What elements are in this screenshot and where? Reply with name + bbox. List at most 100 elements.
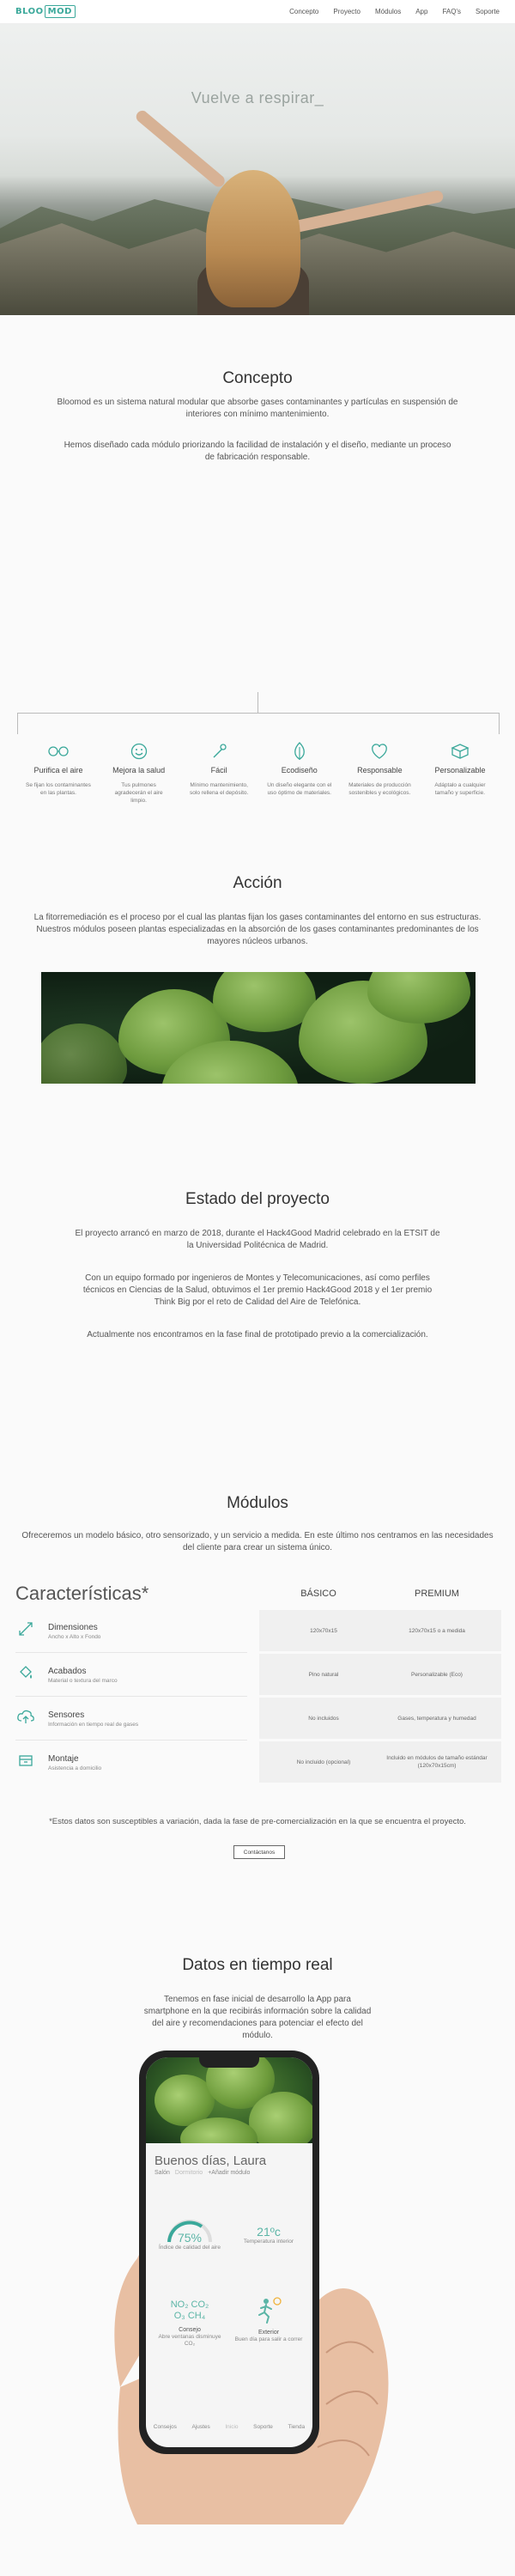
heart-icon <box>342 740 417 762</box>
air-quality-card: 75% Índice de calidad del aire <box>153 2216 227 2251</box>
air-label: Índice de calidad del aire <box>159 2245 221 2251</box>
outdoor-text: Buen día para salir a correr <box>234 2336 303 2342</box>
row-subtitle: Asistencia a domicilio <box>48 1765 102 1771</box>
app-rooms: Salón Dormitorio +Añadir módulo <box>146 2170 312 2176</box>
row-divider <box>15 1696 247 1697</box>
table-row: Acabados Material o textura del marco Pi… <box>15 1654 501 1696</box>
modulos-title: Módulos <box>227 1494 288 1512</box>
cell-basico: No incluido (opcional) <box>259 1741 388 1783</box>
estado-title: Estado del proyecto <box>185 1190 330 1208</box>
cell-premium: Gases, temperatura y humedad <box>373 1698 501 1740</box>
table-row: Dimensiones Ancho x Alto x Fondo 120x70x… <box>15 1610 501 1652</box>
logo-part-a: BLOO <box>15 7 44 16</box>
nav-link-modulos[interactable]: Módulos <box>375 8 401 15</box>
feature-desc: Materiales de producción sostenibles y e… <box>348 782 411 796</box>
logo-part-b: MOD <box>44 5 76 18</box>
tab-consejos[interactable]: Consejos <box>154 2424 177 2430</box>
feature-title: Fácil <box>210 766 227 775</box>
app-screen: Buenos días, Laura Salón Dormitorio +Aña… <box>146 2057 312 2447</box>
top-navbar: BLOO MOD Concepto Proyecto Módulos App F… <box>0 0 515 24</box>
row-title: Acabados <box>48 1666 87 1676</box>
feature-title: Personalizable <box>434 766 486 775</box>
row-subtitle: Material o textura del marco <box>48 1677 118 1684</box>
concepto-text-2: Hemos diseñado cada módulo priorizando l… <box>64 440 451 462</box>
app-greeting: Buenos días, Laura <box>154 2154 267 2168</box>
feature-desc: Adáptalo a cualquier tamaño y superficie… <box>434 782 486 796</box>
row-name: Acabados Material o textura del marco <box>48 1667 254 1684</box>
advice-text: Abre ventanas disminuye CO₂ <box>158 2334 221 2347</box>
room-salon[interactable]: Salón <box>154 2170 170 2176</box>
row-title: Montaje <box>48 1753 79 1764</box>
hero-woman-hair <box>206 170 300 307</box>
feature-desc: Un diseño elegante con el uso óptimo de … <box>267 782 332 796</box>
contact-button[interactable]: Contáctanos <box>233 1845 285 1859</box>
outdoor-card[interactable]: Exterior Buen día para salir a correr <box>232 2296 306 2343</box>
tab-inicio[interactable]: Inicio <box>225 2424 238 2430</box>
estado-text-1: El proyecto arrancó en marzo de 2018, du… <box>75 1229 440 1250</box>
feature-title: Responsable <box>357 766 403 775</box>
datos-text: Tenemos en fase inicial de desarrollo la… <box>143 1995 372 2040</box>
cloud-icon <box>15 1709 36 1728</box>
datos-title: Datos en tiempo real <box>182 1956 333 1974</box>
row-subtitle: Ancho x Alto x Fondo <box>48 1633 101 1640</box>
feature-salud: Mejora la salud Tus pulmones agradecerán… <box>101 740 177 805</box>
add-module-button[interactable]: +Añadir módulo <box>208 2170 250 2176</box>
row-title: Dimensiones <box>48 1622 98 1632</box>
app-header-image <box>146 2057 312 2143</box>
leaves-image <box>41 972 476 1084</box>
tab-ajustes[interactable]: Ajustes <box>191 2424 209 2430</box>
dimensions-icon <box>15 1620 36 1642</box>
phone-notch <box>199 2057 259 2068</box>
runner-icon <box>258 2297 282 2324</box>
feature-title: Mejora la salud <box>112 766 166 775</box>
concepto-title: Concepto <box>222 369 293 387</box>
table-row: Sensores Información en tiempo real de g… <box>15 1698 501 1740</box>
feature-personalizable: Personalizable Adáptalo a cualquier tama… <box>422 740 498 805</box>
nav-link-proyecto[interactable]: Proyecto <box>333 8 360 15</box>
nav-link-soporte[interactable]: Soporte <box>476 8 500 15</box>
cell-basico: 120x70x15 <box>259 1610 388 1652</box>
row-divider <box>15 1740 247 1741</box>
hero-image: Vuelve a respirar_ <box>0 24 515 315</box>
tab-tienda[interactable]: Tienda <box>288 2424 306 2430</box>
room-dormitorio[interactable]: Dormitorio <box>175 2170 203 2176</box>
row-name: Montaje Asistencia a domicilio <box>48 1754 254 1771</box>
box-icon <box>422 740 498 762</box>
gases-icon: NO₂ CO₂ O₃ CH₄ <box>170 2300 209 2321</box>
leaf-icon <box>262 740 337 762</box>
cell-premium: Incluido en módulos de tamaño estándar (… <box>373 1741 501 1783</box>
row-name: Sensores Información en tiempo real de g… <box>48 1710 254 1728</box>
feature-desc: Se fijan los contaminantes en las planta… <box>26 782 91 796</box>
nav-link-app[interactable]: App <box>415 8 427 15</box>
outdoor-title: Exterior <box>258 2330 280 2336</box>
nav-link-faqs[interactable]: FAQ's <box>442 8 461 15</box>
hero-arm-left <box>133 108 227 190</box>
feature-purifica: Purifica el aire Se fijan los contaminan… <box>21 740 96 805</box>
phone-illustration: Buenos días, Laura Salón Dormitorio +Aña… <box>86 2044 446 2524</box>
caracteristicas-title: Características* <box>15 1583 149 1604</box>
nav-link-concepto[interactable]: Concepto <box>289 8 318 15</box>
col-basico-header: BÁSICO <box>300 1589 336 1599</box>
wrench-icon <box>15 1752 36 1773</box>
features-bracket <box>17 713 500 734</box>
temperature-card: 21ºc Temperatura interior <box>232 2225 306 2245</box>
row-name: Dimensiones Ancho x Alto x Fondo <box>48 1623 254 1640</box>
feature-desc: Tus pulmones agradecerán el aire limpio. <box>114 782 163 804</box>
bloomod-logo[interactable]: BLOO MOD <box>15 5 76 18</box>
tab-soporte[interactable]: Soporte <box>253 2424 273 2430</box>
estado-text-3: Actualmente nos encontramos en la fase f… <box>87 1330 428 1340</box>
estado-text-2: Con un equipo formado por ingenieros de … <box>82 1273 433 1307</box>
tools-icon <box>181 740 257 762</box>
modulos-text: Ofreceremos un modelo básico, otro senso… <box>21 1531 494 1552</box>
glasses-icon <box>21 740 96 762</box>
features-row: Purifica el aire Se fijan los contaminan… <box>21 740 498 805</box>
nav-links: Concepto Proyecto Módulos App FAQ's Sopo… <box>289 8 500 15</box>
app-tabbar: Consejos Ajustes Inicio Soporte Tienda <box>146 2424 312 2430</box>
cell-premium: Personalizable (Eco) <box>373 1654 501 1696</box>
feature-title: Purifica el aire <box>33 766 83 775</box>
advice-card[interactable]: NO₂ CO₂ O₃ CH₄ Consejo Abre ventanas dis… <box>153 2300 227 2348</box>
feature-desc: Mínimo mantenimiento, solo rellena el de… <box>190 782 249 796</box>
feature-ecodiseno: Ecodiseño Un diseño elegante con el uso … <box>262 740 337 805</box>
accion-text: La fitorremediación es el proceso por el… <box>33 913 482 946</box>
concepto-text-1: Bloomod es un sistema natural modular qu… <box>57 398 458 419</box>
